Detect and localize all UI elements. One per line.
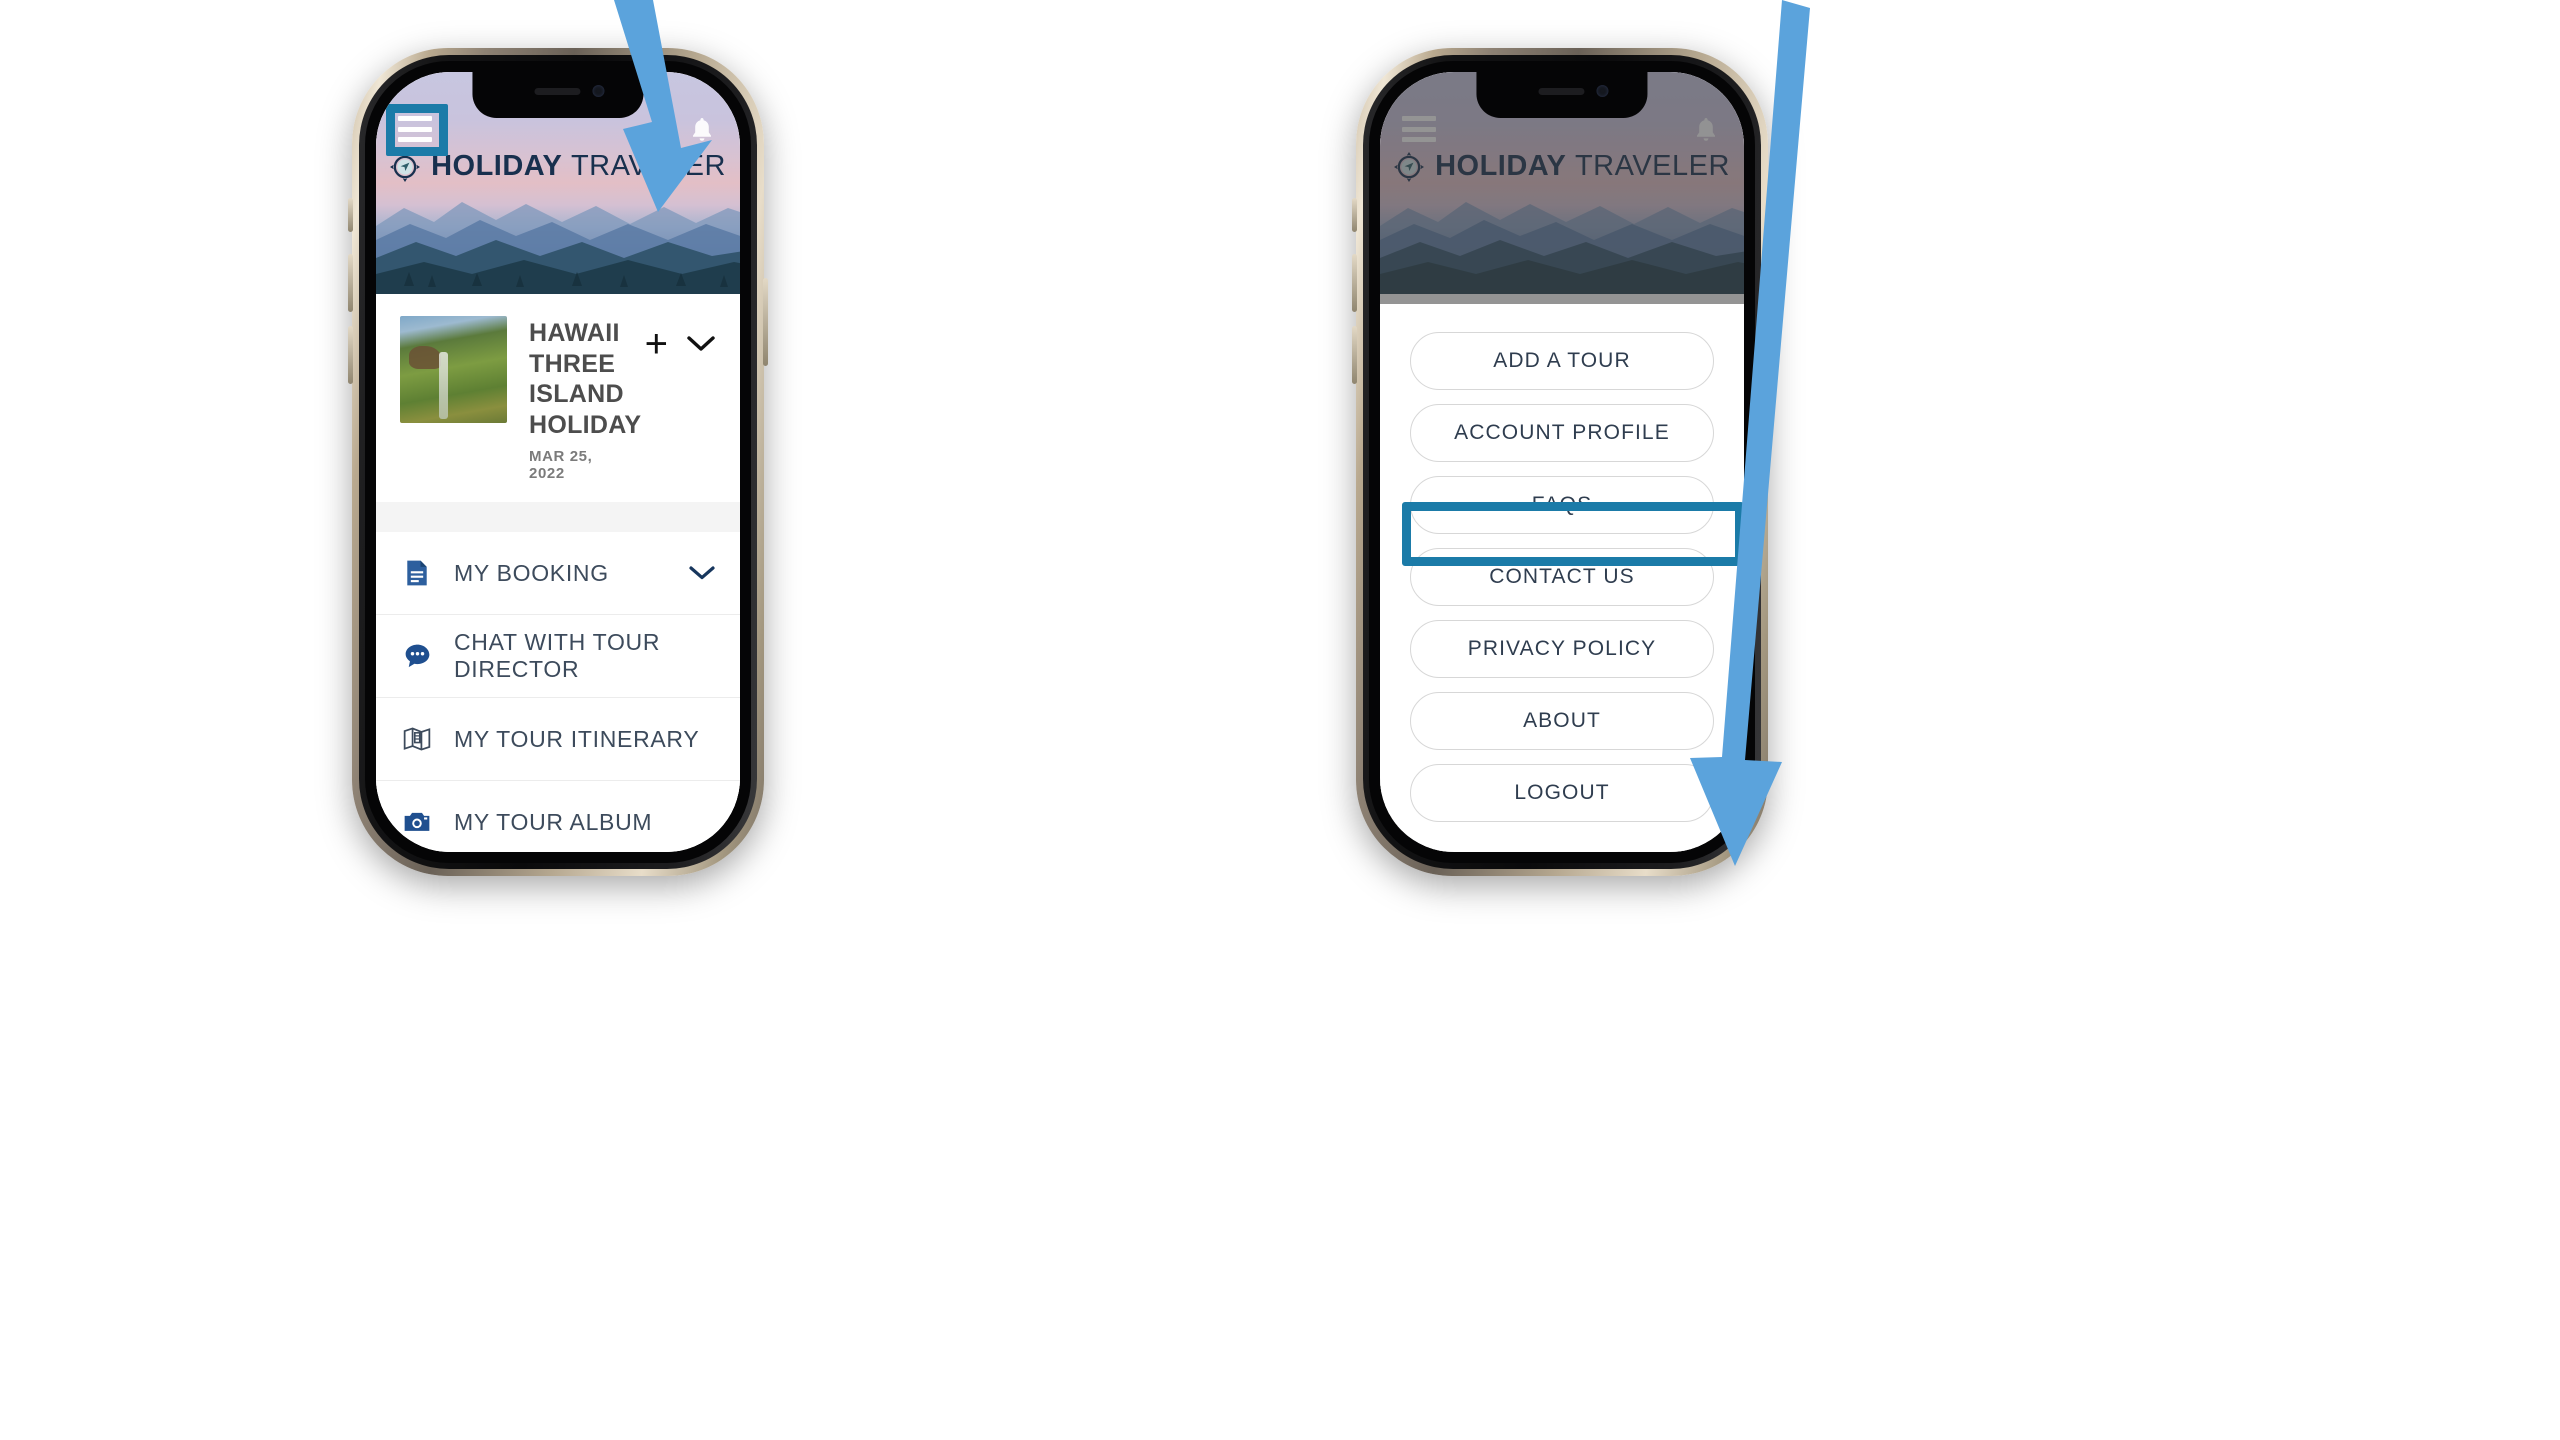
brand-name-bold: HOLIDAY — [1435, 150, 1567, 182]
brand-logo-text: HOLIDAY TRAVELER — [431, 150, 726, 183]
mute-switch[interactable] — [1352, 198, 1357, 232]
camera-icon — [400, 805, 434, 839]
display-notch — [1476, 72, 1648, 118]
about-button[interactable]: ABOUT — [1410, 692, 1714, 750]
phone-screen-right: HOLIDAY TRAVELER HAWAII THREE ISL — [1380, 72, 1744, 852]
bell-icon[interactable] — [1694, 116, 1718, 144]
brand-name-light: TRAVELER — [1574, 150, 1730, 182]
power-button[interactable] — [1767, 278, 1772, 366]
earpiece-speaker — [1538, 88, 1585, 95]
screenshot-canvas: HOLIDAY TRAVELER HAWAII THREE ISLAND HOL… — [0, 0, 2560, 1440]
card-divider-spacer — [376, 502, 740, 532]
bell-icon[interactable] — [690, 116, 714, 144]
menu-item-label: MY BOOKING — [454, 559, 609, 586]
compass-icon — [1394, 151, 1425, 182]
brand-logo-text: HOLIDAY TRAVELER — [1435, 150, 1730, 183]
compass-icon — [390, 151, 421, 182]
volume-up-button[interactable] — [1352, 254, 1357, 312]
hamburger-highlight-box — [386, 104, 448, 156]
logout-button[interactable]: LOGOUT — [1410, 764, 1714, 822]
main-menu-list: MY BOOKING — [376, 532, 740, 852]
account-profile-button[interactable]: ACCOUNT PROFILE — [1410, 404, 1714, 462]
add-tour-plus-icon[interactable]: + — [645, 324, 668, 364]
volume-up-button[interactable] — [348, 254, 353, 312]
hamburger-line — [1402, 137, 1436, 142]
menu-item-my-tour-itinerary[interactable]: MY TOUR ITINERARY — [376, 698, 740, 781]
menu-item-my-booking[interactable]: MY BOOKING — [376, 532, 740, 615]
tour-info: HAWAII THREE ISLAND HOLIDAY MAR 25, 2022 — [529, 316, 642, 482]
mountain-silhouette — [1380, 202, 1744, 294]
account-menu-drawer: ADD A TOUR ACCOUNT PROFILE FAQS CONTACT … — [1380, 304, 1744, 852]
display-notch — [472, 72, 644, 118]
volume-down-button[interactable] — [1352, 326, 1357, 384]
hamburger-line — [1402, 126, 1436, 132]
tour-card-controls: + — [645, 316, 716, 364]
thumbnail-rock — [408, 345, 441, 370]
tour-date: MAR 25, 2022 — [529, 448, 593, 482]
phone-screen-left: HOLIDAY TRAVELER HAWAII THREE ISLAND HOL… — [376, 72, 740, 852]
tour-title-line-2: ISLAND HOLIDAY — [529, 380, 642, 439]
phone-mockup-left: HOLIDAY TRAVELER HAWAII THREE ISLAND HOL… — [348, 48, 768, 876]
document-icon — [400, 556, 434, 590]
power-button[interactable] — [763, 278, 768, 366]
chevron-down-icon[interactable] — [686, 335, 716, 353]
map-icon — [400, 722, 434, 756]
contact-us-button[interactable]: CONTACT US — [1410, 548, 1714, 606]
tour-title-line-1: HAWAII THREE — [529, 319, 620, 378]
phone-mockup-right: HOLIDAY TRAVELER HAWAII THREE ISL — [1352, 48, 1772, 876]
menu-item-label: MY TOUR ITINERARY — [454, 725, 700, 752]
faqs-button[interactable]: FAQS — [1410, 476, 1714, 534]
add-a-tour-button[interactable]: ADD A TOUR — [1410, 332, 1714, 390]
privacy-policy-button[interactable]: PRIVACY POLICY — [1410, 620, 1714, 678]
front-camera-icon — [1596, 85, 1609, 97]
thumbnail-waterfall — [438, 352, 448, 419]
tour-card[interactable]: HAWAII THREE ISLAND HOLIDAY MAR 25, 2022… — [376, 294, 740, 502]
mute-switch[interactable] — [348, 198, 353, 232]
volume-down-button[interactable] — [348, 326, 353, 384]
menu-item-chat-with-tour-director[interactable]: CHAT WITH TOUR DIRECTOR — [376, 615, 740, 698]
chevron-down-icon[interactable] — [688, 565, 716, 581]
phone-bezel: HOLIDAY TRAVELER HAWAII THREE ISLAND HOL… — [365, 61, 751, 863]
tour-title: HAWAII THREE ISLAND HOLIDAY — [529, 318, 642, 440]
app-screen-main: HOLIDAY TRAVELER HAWAII THREE ISLAND HOL… — [376, 72, 740, 852]
front-camera-icon — [592, 85, 605, 97]
chat-bubble-icon — [400, 639, 434, 673]
earpiece-speaker — [534, 88, 581, 95]
menu-item-label: CHAT WITH TOUR DIRECTOR — [454, 629, 661, 682]
mountain-silhouette — [376, 202, 740, 294]
phone-bezel: HOLIDAY TRAVELER HAWAII THREE ISL — [1369, 61, 1755, 863]
brand-name-light: TRAVELER — [570, 150, 726, 182]
hamburger-menu-button[interactable] — [1402, 116, 1436, 142]
brand-logo: HOLIDAY TRAVELER — [1380, 150, 1744, 183]
menu-item-my-tour-album[interactable]: MY TOUR ALBUM — [376, 781, 740, 852]
brand-name-bold: HOLIDAY — [431, 150, 563, 182]
menu-item-label: MY TOUR ALBUM — [454, 808, 653, 835]
hamburger-line — [1402, 116, 1436, 121]
tour-thumbnail-image — [400, 316, 507, 423]
